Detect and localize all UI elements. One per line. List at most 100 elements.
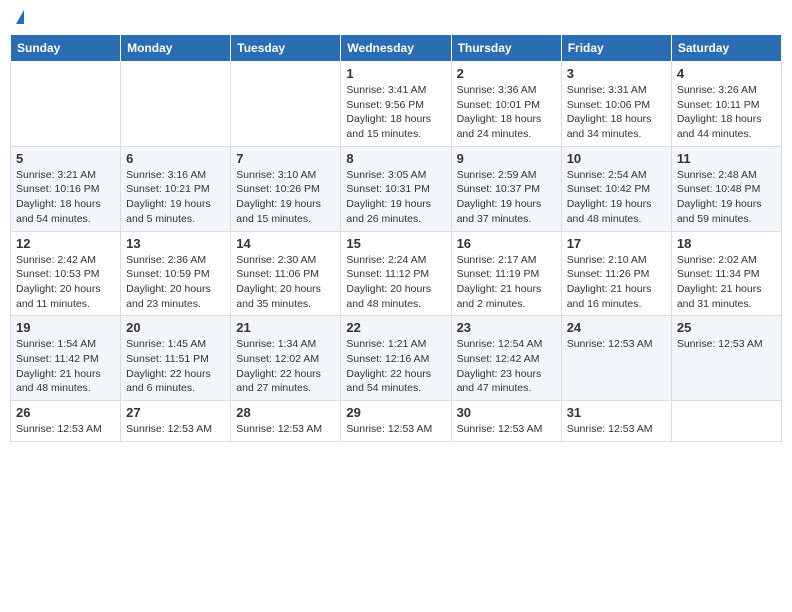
day-number: 18	[677, 236, 776, 251]
day-number: 6	[126, 151, 225, 166]
day-number: 26	[16, 405, 115, 420]
day-info: Sunrise: 3:26 AM Sunset: 10:11 PM Daylig…	[677, 83, 776, 142]
calendar-cell: 14 Sunrise: 2:30 AM Sunset: 11:06 PM Dayl…	[231, 231, 341, 316]
day-header: Wednesday	[341, 35, 451, 62]
day-info: Sunrise: 1:45 AM Sunset: 11:51 PM Daylig…	[126, 337, 225, 396]
day-info: Sunrise: 2:48 AM Sunset: 10:48 PM Daylig…	[677, 168, 776, 227]
day-info: Sunrise: 2:30 AM Sunset: 11:06 PM Daylig…	[236, 253, 335, 312]
calendar-cell: 4 Sunrise: 3:26 AM Sunset: 10:11 PM Dayli…	[671, 62, 781, 147]
calendar-body: 1 Sunrise: 3:41 AM Sunset: 9:56 PM Daylig…	[11, 62, 782, 442]
day-number: 5	[16, 151, 115, 166]
calendar-row: 19Sunrise: 1:54 AM Sunset: 11:42 PM Dayl…	[11, 316, 782, 401]
calendar-cell: 13 Sunrise: 2:36 AM Sunset: 10:59 PM Dayl…	[121, 231, 231, 316]
day-info: Sunrise: 12:53 AM	[236, 422, 335, 437]
calendar-cell: 12 Sunrise: 2:42 AM Sunset: 10:53 PM Dayl…	[11, 231, 121, 316]
calendar-row: 1 Sunrise: 3:41 AM Sunset: 9:56 PM Daylig…	[11, 62, 782, 147]
day-info: Sunrise: 12:53 AM	[457, 422, 556, 437]
day-info: Sunrise: 2:24 AM Sunset: 11:12 PM Daylig…	[346, 253, 445, 312]
day-number: 9	[457, 151, 556, 166]
day-info: Sunrise: 2:10 AM Sunset: 11:26 PM Daylig…	[567, 253, 666, 312]
day-header: Saturday	[671, 35, 781, 62]
calendar-cell: 8 Sunrise: 3:05 AM Sunset: 10:31 PM Dayli…	[341, 146, 451, 231]
day-info: Sunrise: 12:53 AM	[346, 422, 445, 437]
day-info: Sunrise: 2:36 AM Sunset: 10:59 PM Daylig…	[126, 253, 225, 312]
day-number: 13	[126, 236, 225, 251]
calendar-cell: 22Sunrise: 1:21 AM Sunset: 12:16 AM Dayl…	[341, 316, 451, 401]
day-header: Monday	[121, 35, 231, 62]
day-info: Sunrise: 3:21 AM Sunset: 10:16 PM Daylig…	[16, 168, 115, 227]
day-number: 3	[567, 66, 666, 81]
day-info: Sunrise: 12:53 AM	[567, 422, 666, 437]
day-number: 12	[16, 236, 115, 251]
calendar-cell: 28 Sunrise: 12:53 AM	[231, 401, 341, 442]
calendar-row: 5 Sunrise: 3:21 AM Sunset: 10:16 PM Dayli…	[11, 146, 782, 231]
day-number: 15	[346, 236, 445, 251]
calendar-header: SundayMondayTuesdayWednesdayThursdayFrid…	[11, 35, 782, 62]
calendar-cell: 20 Sunrise: 1:45 AM Sunset: 11:51 PM Dayl…	[121, 316, 231, 401]
day-info: Sunrise: 1:34 AM Sunset: 12:02 AM Daylig…	[236, 337, 335, 396]
day-number: 7	[236, 151, 335, 166]
day-info: Sunrise: 2:42 AM Sunset: 10:53 PM Daylig…	[16, 253, 115, 312]
calendar-cell: 9 Sunrise: 2:59 AM Sunset: 10:37 PM Dayli…	[451, 146, 561, 231]
day-header: Tuesday	[231, 35, 341, 62]
day-number: 14	[236, 236, 335, 251]
calendar-cell	[231, 62, 341, 147]
day-number: 16	[457, 236, 556, 251]
calendar-cell: 10 Sunrise: 2:54 AM Sunset: 10:42 PM Dayl…	[561, 146, 671, 231]
calendar-cell: 1 Sunrise: 3:41 AM Sunset: 9:56 PM Daylig…	[341, 62, 451, 147]
calendar-cell: 23Sunrise: 12:54 AM Sunset: 12:42 AM Day…	[451, 316, 561, 401]
day-info: Sunrise: 2:59 AM Sunset: 10:37 PM Daylig…	[457, 168, 556, 227]
day-info: Sunrise: 2:54 AM Sunset: 10:42 PM Daylig…	[567, 168, 666, 227]
calendar-cell: 27Sunrise: 12:53 AM	[121, 401, 231, 442]
day-info: Sunrise: 2:17 AM Sunset: 11:19 PM Daylig…	[457, 253, 556, 312]
day-number: 11	[677, 151, 776, 166]
calendar-cell	[671, 401, 781, 442]
calendar-cell: 2 Sunrise: 3:36 AM Sunset: 10:01 PM Dayli…	[451, 62, 561, 147]
day-info: Sunrise: 3:41 AM Sunset: 9:56 PM Dayligh…	[346, 83, 445, 142]
day-number: 30	[457, 405, 556, 420]
day-number: 17	[567, 236, 666, 251]
calendar-cell: 3Sunrise: 3:31 AM Sunset: 10:06 PM Dayli…	[561, 62, 671, 147]
day-info: Sunrise: 3:16 AM Sunset: 10:21 PM Daylig…	[126, 168, 225, 227]
day-number: 20	[126, 320, 225, 335]
day-number: 27	[126, 405, 225, 420]
calendar-cell	[121, 62, 231, 147]
calendar-cell: 6 Sunrise: 3:16 AM Sunset: 10:21 PM Dayli…	[121, 146, 231, 231]
day-header: Sunday	[11, 35, 121, 62]
calendar-row: 26Sunrise: 12:53 AM27Sunrise: 12:53 AM28…	[11, 401, 782, 442]
day-info: Sunrise: 3:05 AM Sunset: 10:31 PM Daylig…	[346, 168, 445, 227]
day-info: Sunrise: 3:10 AM Sunset: 10:26 PM Daylig…	[236, 168, 335, 227]
calendar-cell: 5 Sunrise: 3:21 AM Sunset: 10:16 PM Dayli…	[11, 146, 121, 231]
day-info: Sunrise: 3:36 AM Sunset: 10:01 PM Daylig…	[457, 83, 556, 142]
day-info: Sunrise: 12:53 AM	[567, 337, 666, 352]
calendar-table: SundayMondayTuesdayWednesdayThursdayFrid…	[10, 34, 782, 442]
logo	[14, 10, 24, 26]
day-number: 28	[236, 405, 335, 420]
calendar-cell: 15 Sunrise: 2:24 AM Sunset: 11:12 PM Dayl…	[341, 231, 451, 316]
day-info: Sunrise: 12:53 AM	[677, 337, 776, 352]
calendar-cell: 18 Sunrise: 2:02 AM Sunset: 11:34 PM Dayl…	[671, 231, 781, 316]
day-number: 8	[346, 151, 445, 166]
calendar-cell: 21 Sunrise: 1:34 AM Sunset: 12:02 AM Dayl…	[231, 316, 341, 401]
day-number: 1	[346, 66, 445, 81]
day-number: 25	[677, 320, 776, 335]
day-number: 24	[567, 320, 666, 335]
day-number: 21	[236, 320, 335, 335]
day-number: 10	[567, 151, 666, 166]
day-info: Sunrise: 12:54 AM Sunset: 12:42 AM Dayli…	[457, 337, 556, 396]
calendar-cell: 26 Sunrise: 12:53 AM	[11, 401, 121, 442]
calendar-cell: 30 Sunrise: 12:53 AM	[451, 401, 561, 442]
calendar-cell: 31 Sunrise: 12:53 AM	[561, 401, 671, 442]
day-info: Sunrise: 2:02 AM Sunset: 11:34 PM Daylig…	[677, 253, 776, 312]
day-info: Sunrise: 12:53 AM	[16, 422, 115, 437]
calendar-cell	[11, 62, 121, 147]
day-info: Sunrise: 1:54 AM Sunset: 11:42 PM Daylig…	[16, 337, 115, 396]
calendar-cell: 11 Sunrise: 2:48 AM Sunset: 10:48 PM Dayl…	[671, 146, 781, 231]
page-header	[10, 10, 782, 26]
day-number: 2	[457, 66, 556, 81]
calendar-cell: 17 Sunrise: 2:10 AM Sunset: 11:26 PM Dayl…	[561, 231, 671, 316]
day-number: 4	[677, 66, 776, 81]
calendar-cell: 7 Sunrise: 3:10 AM Sunset: 10:26 PM Dayli…	[231, 146, 341, 231]
day-number: 31	[567, 405, 666, 420]
calendar-cell: 25 Sunrise: 12:53 AM	[671, 316, 781, 401]
